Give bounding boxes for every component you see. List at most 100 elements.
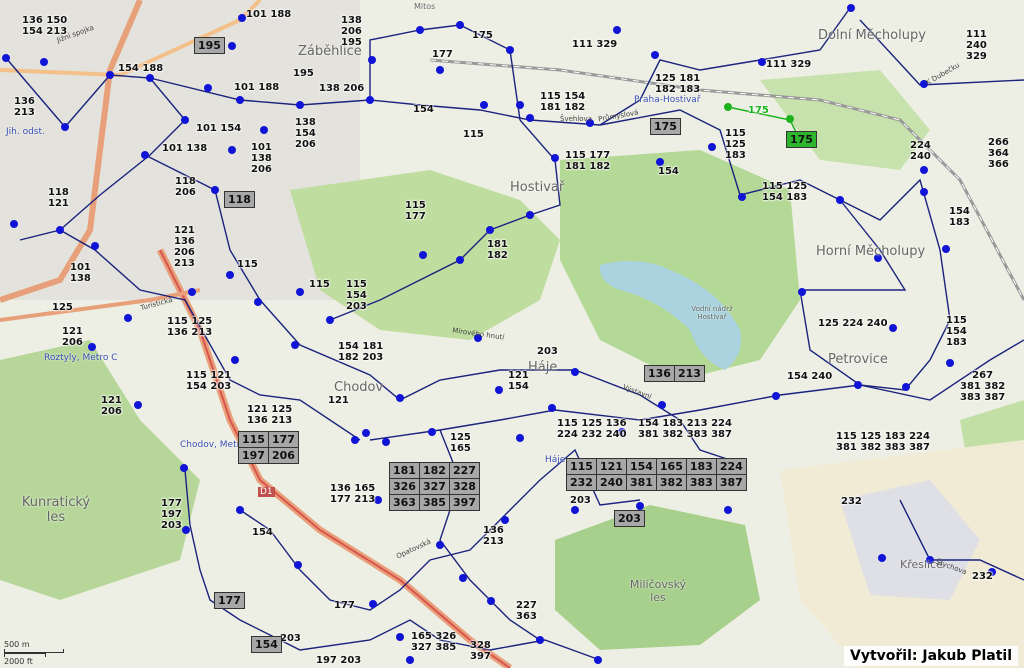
box-cell: 397 [448,494,480,511]
route-label: 121 [328,395,349,406]
place-kunraticky-les: Kunratický les [21,495,91,525]
route-label: 136 213 [483,525,504,547]
route-label: 138 206 [319,83,365,94]
map[interactable]: Záběhlice Hostivař Chodov Háje Petrovice… [0,0,1024,668]
route-label: 101 138 [70,262,91,284]
route-label: 267 381 382 383 387 [960,370,1006,403]
box-cell: 182 [418,462,450,479]
terminal-box: 195 [194,37,225,54]
box-cell: 383 [685,474,717,491]
place-milicovsky-les: Milíčovský les [629,578,687,604]
terminal-box-green: 175 [786,131,817,148]
place-mitos: Mitos [414,2,436,11]
route-label: 195 [293,68,314,79]
author-credit: Vytvořil: Jakub Platil [844,646,1018,666]
route-label: 115 125 154 183 [762,181,808,203]
route-label: 115 154 183 [946,315,967,348]
box-cell: 175 [650,118,681,135]
route-label: 111 240 329 [966,29,987,62]
place-dolni-mecholupy: Dolní Měcholupy [818,28,926,43]
place-chodov: Chodov [334,380,384,395]
box-cell: 206 [267,447,299,464]
route-label: 203 [537,346,558,357]
terminal-box: 181 182 227 326 327 328 363 385 397 [389,462,480,511]
box-cell: 197 [238,447,269,464]
route-label: 224 240 [910,140,931,162]
route-label: 177 197 203 [161,498,182,531]
route-label: 115 [463,129,484,140]
route-label: 125 224 240 [818,318,888,329]
route-label: 111 329 [766,59,812,70]
route-label: 101 138 206 [251,142,272,175]
route-label: 121 136 206 213 [174,225,195,269]
route-label: 115 177 181 182 [565,150,611,172]
terminal-box: 154 [251,636,282,653]
route-label: 115 125 136 213 [167,316,213,338]
route-label: 138 206 195 [341,15,362,48]
route-label: 203 [570,495,591,506]
metro-haje: Háje [545,455,566,465]
box-cell: 240 [595,474,627,491]
street-d1: D1 [258,487,275,497]
route-label: 125 165 [450,432,471,454]
route-label: 115 125 183 [725,128,746,161]
box-cell: 381 [625,474,657,491]
route-label: 197 203 [316,655,362,666]
box-cell: 177 [267,431,299,448]
box-cell: 183 [685,458,717,475]
station-praha-hostivar: Praha-Hostivař [634,95,701,105]
box-cell: 227 [448,462,480,479]
terminal-box: 115 121 154 165 183 224 232 240 381 382 383 387 [566,458,747,491]
route-label: 154 240 [787,371,833,382]
route-label: 115 [309,279,330,290]
jih-odst: Jih. odst. [6,127,45,137]
route-label: 115 154 181 182 [540,91,586,113]
route-label: 115 125 183 224 381 382 383 387 [836,431,930,453]
box-cell: 328 [448,478,480,495]
route-label: 121 206 [101,395,122,417]
route-label: 101 154 [196,123,242,134]
route-label: 232 [972,571,993,582]
route-label: 232 [841,496,862,507]
box-cell: 326 [389,478,420,495]
route-label: 121 125 136 213 [247,404,293,426]
box-cell: 121 [595,458,627,475]
box-cell: 195 [194,37,225,54]
scale-metric: 500 m [4,640,30,649]
box-cell: 232 [566,474,597,491]
route-label: 115 177 [405,200,426,222]
scale-imperial: 2000 ft [4,657,33,666]
route-label: 154 183 [949,206,970,228]
route-label: 118 206 [175,176,196,198]
place-hostivar: Hostivař [510,180,565,195]
route-label: 125 181 182 183 [655,73,701,95]
route-label: 111 329 [572,39,618,50]
box-cell: 165 [655,458,687,475]
route-label: 266 364 366 [988,137,1009,170]
box-cell: 118 [224,191,255,208]
scale-bar: 500 m 2000 ft [4,640,64,666]
terminal-box: 203 [614,510,645,527]
route-label-175-green: 175 [748,105,769,116]
box-cell: 203 [614,510,645,527]
place-petrovice: Petrovice [828,352,888,367]
box-cell: 327 [418,478,450,495]
box-cell: 115 [566,458,597,475]
route-label: 175 [472,30,493,41]
route-label: 115 121 154 203 [186,370,232,392]
terminal-box: 175 [650,118,681,135]
box-cell: 385 [418,494,450,511]
box-cell: 115 [238,431,269,448]
route-label: 154 181 182 203 [338,341,384,363]
box-cell: 175 [786,131,817,148]
route-label: 115 154 203 [346,279,367,312]
route-label: 101 188 [234,82,280,93]
route-label: 154 183 213 224 381 382 383 387 [638,418,732,440]
street-svehlova: Švehlova [560,115,592,123]
route-label: 115 [237,259,258,270]
metro-roztyly: Roztyly, Metro C [44,353,118,363]
route-label: 227 363 [516,600,537,622]
route-label: 181 182 [487,239,508,261]
route-label: 165 326 327 385 [411,631,457,653]
route-label: 154 [413,104,434,115]
